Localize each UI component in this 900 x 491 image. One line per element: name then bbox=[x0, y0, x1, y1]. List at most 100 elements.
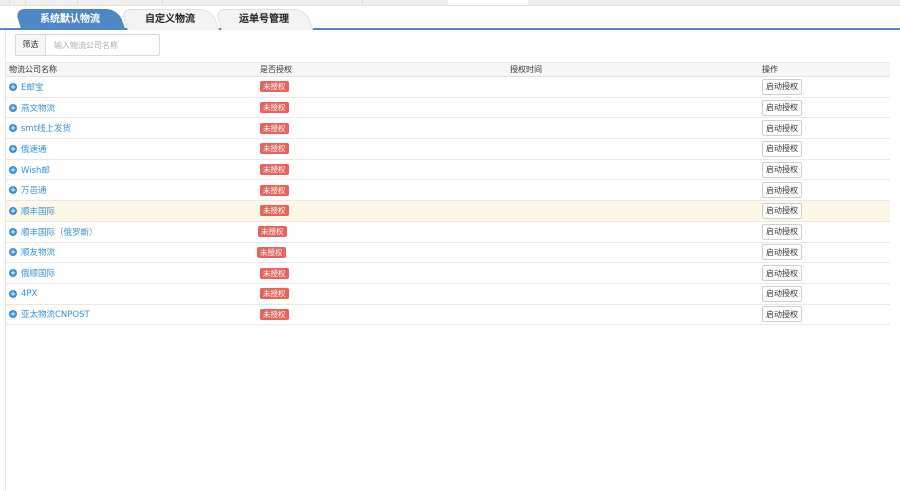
company-name[interactable]: 4PX bbox=[21, 289, 37, 299]
filter-box: 筛选 bbox=[15, 34, 160, 56]
start-authorization-button[interactable]: 启动授权 bbox=[762, 182, 802, 199]
status-badge: 未授权 bbox=[260, 81, 289, 93]
tab-bar: 系统默认物流 自定义物流 运单号管理 bbox=[0, 8, 900, 30]
company-name[interactable]: 俄顺国际 bbox=[21, 267, 55, 279]
status-badge: 未授权 bbox=[260, 102, 289, 114]
start-authorization-button[interactable]: 启动授权 bbox=[762, 202, 802, 219]
company-name[interactable]: E邮宝 bbox=[21, 81, 43, 93]
plus-circle-icon[interactable]: + bbox=[9, 248, 17, 257]
auth-status-cell: 未授权 bbox=[260, 160, 289, 180]
company-name-link[interactable]: + 万邑通 bbox=[9, 180, 47, 200]
plus-circle-icon[interactable]: + bbox=[9, 227, 17, 236]
company-name[interactable]: Wish邮 bbox=[21, 164, 50, 176]
auth-status-cell: 未授权 bbox=[260, 77, 289, 97]
company-name-link[interactable]: + 俄顺国际 bbox=[9, 263, 55, 283]
status-badge: 未授权 bbox=[260, 164, 289, 176]
auth-status-cell: 未授权 bbox=[260, 98, 289, 118]
top-strip-segment bbox=[26, 0, 78, 5]
table-row: + 万邑通 未授权 启动授权 bbox=[6, 180, 890, 202]
plus-circle-icon[interactable]: + bbox=[9, 310, 17, 319]
status-badge: 未授权 bbox=[260, 122, 289, 134]
tab-system-default-logistics[interactable]: 系统默认物流 bbox=[14, 9, 126, 30]
top-strip-segment bbox=[0, 0, 10, 5]
table-row: + 顺丰国际（俄罗斯） 未授权 启动授权 bbox=[6, 221, 890, 243]
status-badge: 未授权 bbox=[260, 288, 289, 300]
tab-custom-logistics[interactable]: 自定义物流 bbox=[120, 9, 220, 30]
company-name[interactable]: 万邑通 bbox=[21, 184, 47, 196]
plus-circle-icon[interactable]: + bbox=[9, 103, 17, 112]
company-name-link[interactable]: + 顺丰国际 bbox=[9, 201, 55, 221]
status-badge: 未授权 bbox=[260, 267, 289, 279]
filter-label: 筛选 bbox=[16, 35, 46, 55]
company-name-link[interactable]: + 顺友物流 bbox=[9, 243, 55, 263]
company-name[interactable]: 顺丰国际（俄罗斯） bbox=[21, 226, 98, 238]
company-name-link[interactable]: + 顺丰国际（俄罗斯） bbox=[9, 222, 98, 242]
logistics-table: 物流公司名称 是否授权 授权时间 操作 + E邮宝 未授权 启动授权 + 燕文物流 未授权启… bbox=[6, 62, 890, 326]
company-name[interactable]: 顺丰国际 bbox=[21, 205, 55, 217]
company-name-link[interactable]: + 亚太物流CNPOST bbox=[9, 305, 90, 325]
company-name[interactable]: 俄速通 bbox=[21, 143, 47, 155]
start-authorization-button[interactable]: 启动授权 bbox=[762, 244, 802, 261]
plus-circle-icon[interactable]: + bbox=[9, 124, 17, 133]
column-header-company-name: 物流公司名称 bbox=[9, 65, 57, 74]
start-authorization-button[interactable]: 启动授权 bbox=[762, 140, 802, 157]
auth-status-cell: 未授权 bbox=[258, 222, 287, 242]
start-authorization-button[interactable]: 启动授权 bbox=[762, 99, 802, 116]
plus-circle-icon[interactable]: + bbox=[9, 82, 17, 91]
action-cell: 启动授权 bbox=[762, 118, 802, 138]
status-badge: 未授权 bbox=[260, 184, 289, 196]
start-authorization-button[interactable]: 启动授权 bbox=[762, 285, 802, 302]
table-body: + E邮宝 未授权 启动授权 + 燕文物流 未授权 启动授权 + smt线上发货 未授权 启动授权 + 俄… bbox=[6, 77, 890, 326]
action-cell: 启动授权 bbox=[762, 305, 802, 325]
start-authorization-button[interactable]: 启动授权 bbox=[762, 161, 802, 178]
column-header-authorized: 是否授权 bbox=[260, 65, 292, 74]
auth-status-cell: 未授权 bbox=[260, 180, 289, 200]
auth-status-cell: 未授权 bbox=[260, 139, 289, 159]
status-badge: 未授权 bbox=[260, 308, 289, 320]
action-cell: 启动授权 bbox=[762, 77, 802, 97]
table-row: + 顺友物流 未授权 启动授权 bbox=[6, 242, 890, 264]
company-name-link[interactable]: + Wish邮 bbox=[9, 160, 50, 180]
table-row: + 亚太物流CNPOST 未授权 启动授权 bbox=[6, 304, 890, 326]
plus-circle-icon[interactable]: + bbox=[9, 289, 17, 298]
company-name-link[interactable]: + E邮宝 bbox=[9, 77, 43, 97]
status-badge: 未授权 bbox=[257, 246, 286, 258]
status-badge: 未授权 bbox=[260, 143, 289, 155]
table-row: + 俄速通 未授权 启动授权 bbox=[6, 139, 890, 160]
start-authorization-button[interactable]: 启动授权 bbox=[762, 78, 802, 95]
action-cell: 启动授权 bbox=[762, 222, 802, 242]
plus-circle-icon[interactable]: + bbox=[9, 165, 17, 174]
company-search-input[interactable] bbox=[46, 35, 159, 55]
company-name-link[interactable]: +4PX bbox=[9, 284, 37, 304]
column-header-action: 操作 bbox=[762, 65, 778, 74]
company-name-link[interactable]: + smt线上发货 bbox=[9, 118, 71, 138]
top-strip-segment bbox=[78, 0, 163, 5]
plus-circle-icon[interactable]: + bbox=[9, 269, 17, 278]
plus-circle-icon[interactable]: + bbox=[9, 186, 17, 195]
table-row: + 燕文物流 未授权 启动授权 bbox=[6, 97, 890, 119]
plus-circle-icon[interactable]: + bbox=[9, 206, 17, 215]
company-name[interactable]: smt线上发货 bbox=[21, 122, 71, 134]
status-badge: 未授权 bbox=[258, 226, 287, 238]
start-authorization-button[interactable]: 启动授权 bbox=[762, 306, 802, 323]
tab-tracking-number-management[interactable]: 运单号管理 bbox=[214, 9, 314, 30]
company-name-link[interactable]: + 俄速通 bbox=[9, 139, 47, 159]
company-name[interactable]: 燕文物流 bbox=[21, 102, 55, 114]
table-row: + smt线上发货 未授权 启动授权 bbox=[6, 118, 890, 140]
status-badge: 未授权 bbox=[260, 205, 289, 217]
table-header: 物流公司名称 是否授权 授权时间 操作 bbox=[6, 62, 890, 77]
start-authorization-button[interactable]: 启动授权 bbox=[762, 223, 802, 240]
company-name[interactable]: 顺友物流 bbox=[21, 246, 55, 258]
tab-label: 自定义物流 bbox=[145, 14, 195, 25]
company-name[interactable]: 亚太物流CNPOST bbox=[21, 308, 90, 320]
company-name-link[interactable]: + 燕文物流 bbox=[9, 98, 55, 118]
start-authorization-button[interactable]: 启动授权 bbox=[762, 120, 802, 137]
start-authorization-button[interactable]: 启动授权 bbox=[762, 265, 802, 282]
action-cell: 启动授权 bbox=[762, 180, 802, 200]
auth-status-cell: 未授权 bbox=[260, 263, 289, 283]
tab-label: 系统默认物流 bbox=[40, 14, 100, 25]
action-cell: 启动授权 bbox=[762, 160, 802, 180]
action-cell: 启动授权 bbox=[762, 201, 802, 221]
plus-circle-icon[interactable]: + bbox=[9, 144, 17, 153]
table-row: +4PX 未授权 启动授权 bbox=[6, 283, 890, 305]
